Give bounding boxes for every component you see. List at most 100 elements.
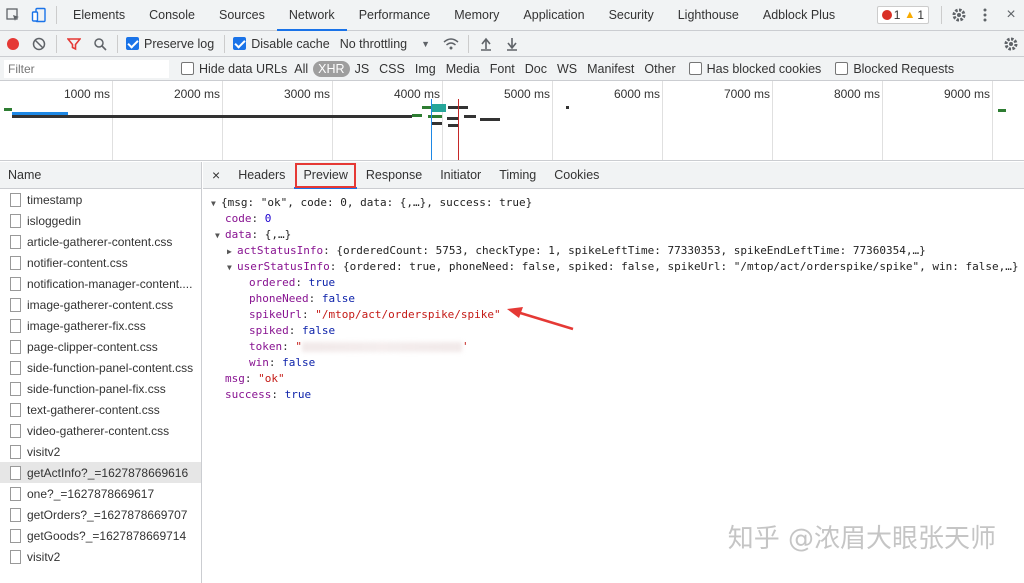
more-options-icon[interactable] — [972, 2, 998, 28]
tick-label: 1000 ms — [63, 87, 110, 101]
tab-initiator[interactable]: Initiator — [431, 162, 490, 189]
filter-icon[interactable] — [61, 31, 87, 57]
request-row[interactable]: page-clipper-content.css — [0, 336, 201, 357]
filter-type-css[interactable]: CSS — [374, 61, 410, 77]
tab-response[interactable]: Response — [357, 162, 431, 189]
request-name: notifier-content.css — [27, 255, 128, 270]
tab-network[interactable]: Network — [276, 0, 347, 31]
filter-type-img[interactable]: Img — [410, 61, 441, 77]
request-row[interactable]: getOrders?_=1627878669707 — [0, 504, 201, 525]
clear-icon[interactable] — [26, 31, 52, 57]
json-row[interactable]: ▼ userStatusInfo: {ordered: true, phoneNe… — [211, 259, 1024, 275]
request-row[interactable]: timestamp — [0, 189, 201, 210]
disable-cache-checkbox[interactable] — [233, 37, 247, 50]
settings-gear-icon[interactable] — [946, 2, 972, 28]
request-row[interactable]: visitv2 — [0, 441, 201, 462]
tab-performance[interactable]: Performance — [347, 0, 443, 31]
tab-adblock-plus[interactable]: Adblock Plus — [751, 0, 847, 31]
tab-console[interactable]: Console — [137, 0, 207, 31]
network-conditions-icon[interactable] — [438, 31, 464, 57]
file-icon — [10, 444, 21, 459]
request-name: getActInfo?_=1627878669616 — [27, 465, 189, 480]
filter-type-media[interactable]: Media — [441, 61, 485, 77]
request-row[interactable]: side-function-panel-fix.css — [0, 378, 201, 399]
search-icon[interactable] — [87, 31, 113, 57]
request-row[interactable]: text-gatherer-content.css — [0, 399, 201, 420]
name-column-header[interactable]: Name — [0, 162, 201, 189]
blocked-requests-label: Blocked Requests — [853, 61, 955, 76]
request-name: visitv2 — [27, 444, 61, 459]
file-icon — [10, 402, 21, 417]
request-row[interactable]: notification-manager-content.... — [0, 273, 201, 294]
request-name: visitv2 — [27, 549, 61, 564]
json-row[interactable]: ▼ data: {,…} — [211, 227, 1024, 243]
has-blocked-cookies-toggle[interactable]: Has blocked cookies — [688, 62, 821, 76]
request-row[interactable]: one?_=1627878669617 — [0, 483, 201, 504]
disable-cache-toggle[interactable]: Disable cache — [233, 37, 330, 51]
json-row[interactable]: ▶ actStatusInfo: {orderedCount: 5753, che… — [211, 243, 1024, 259]
filter-input[interactable] — [4, 59, 169, 78]
request-name: image-gatherer-fix.css — [27, 318, 146, 333]
request-row[interactable]: getGoods?_=1627878669714 — [0, 525, 201, 546]
json-key: spiked — [249, 324, 289, 337]
inspect-element-icon[interactable] — [0, 2, 26, 28]
tick-label: 3000 ms — [283, 87, 330, 101]
blocked-requests-checkbox[interactable] — [835, 62, 849, 75]
request-row[interactable]: notifier-content.css — [0, 252, 201, 273]
collapse-triangle-icon[interactable]: ▼ — [215, 228, 225, 244]
throttling-select[interactable]: No throttling ▼ — [340, 37, 430, 51]
request-row[interactable]: isloggedin — [0, 210, 201, 231]
filter-type-ws[interactable]: WS — [552, 61, 582, 77]
tab-preview[interactable]: Preview — [294, 162, 357, 189]
tab-elements[interactable]: Elements — [61, 0, 137, 31]
expand-triangle-icon[interactable]: ▶ — [227, 244, 237, 260]
devtools-tabbar: Elements Console Sources Network Perform… — [0, 0, 1024, 31]
filter-type-js[interactable]: JS — [350, 61, 375, 77]
hide-data-urls-label: Hide data URLs — [199, 61, 288, 76]
tab-application[interactable]: Application — [511, 0, 596, 31]
json-preview: ▼ {msg: "ok", code: 0, data: {,…}, succes… — [203, 189, 1024, 403]
redacted-token-value: " ' — [295, 340, 469, 353]
tab-security[interactable]: Security — [597, 0, 666, 31]
tab-headers[interactable]: Headers — [229, 162, 294, 189]
issues-counter[interactable]: 1 ▲ 1 — [876, 6, 929, 24]
filter-type-manifest[interactable]: Manifest — [582, 61, 639, 77]
preserve-log-checkbox[interactable] — [126, 37, 139, 50]
request-row[interactable]: image-gatherer-content.css — [0, 294, 201, 315]
request-row[interactable]: image-gatherer-fix.css — [0, 315, 201, 336]
import-har-icon[interactable] — [473, 31, 499, 57]
request-row[interactable]: getActInfo?_=1627878669616 — [0, 462, 201, 483]
has-blocked-cookies-checkbox[interactable] — [688, 62, 702, 75]
network-settings-gear-icon[interactable] — [998, 31, 1024, 57]
request-row[interactable]: article-gatherer-content.css — [0, 231, 201, 252]
json-key: success — [225, 388, 272, 401]
record-icon[interactable] — [0, 31, 26, 57]
filter-type-doc[interactable]: Doc — [520, 61, 552, 77]
tab-cookies[interactable]: Cookies — [545, 162, 608, 189]
json-root-row[interactable]: ▼ {msg: "ok", code: 0, data: {,…}, succes… — [211, 195, 1024, 211]
close-icon[interactable]: × — [998, 2, 1024, 28]
tab-timing[interactable]: Timing — [490, 162, 545, 189]
request-row[interactable]: video-gatherer-content.css — [0, 420, 201, 441]
tab-memory[interactable]: Memory — [442, 0, 511, 31]
hide-data-urls-checkbox[interactable] — [181, 62, 194, 75]
request-row[interactable]: visitv2 — [0, 546, 201, 567]
blocked-requests-toggle[interactable]: Blocked Requests — [835, 62, 954, 76]
preserve-log-toggle[interactable]: Preserve log — [126, 37, 214, 51]
close-details-icon[interactable]: × — [203, 162, 229, 189]
hide-data-urls-toggle[interactable]: Hide data URLs — [181, 62, 287, 76]
overview-request-bar — [412, 114, 422, 117]
filter-type-other[interactable]: Other — [639, 61, 680, 77]
filter-type-all[interactable]: All — [289, 61, 313, 77]
device-toolbar-icon[interactable] — [26, 2, 52, 28]
request-row[interactable]: side-function-panel-content.css — [0, 357, 201, 378]
export-har-icon[interactable] — [499, 31, 525, 57]
filter-type-font[interactable]: Font — [485, 61, 520, 77]
collapse-triangle-icon[interactable]: ▼ — [227, 260, 237, 276]
network-overview-timeline[interactable]: 1000 ms 2000 ms 3000 ms 4000 ms 5000 ms … — [0, 81, 1024, 161]
collapse-triangle-icon[interactable]: ▼ — [211, 196, 221, 212]
tab-sources[interactable]: Sources — [207, 0, 277, 31]
filter-type-xhr[interactable]: XHR — [313, 60, 350, 77]
json-key: data — [225, 228, 252, 241]
tab-lighthouse[interactable]: Lighthouse — [666, 0, 751, 31]
